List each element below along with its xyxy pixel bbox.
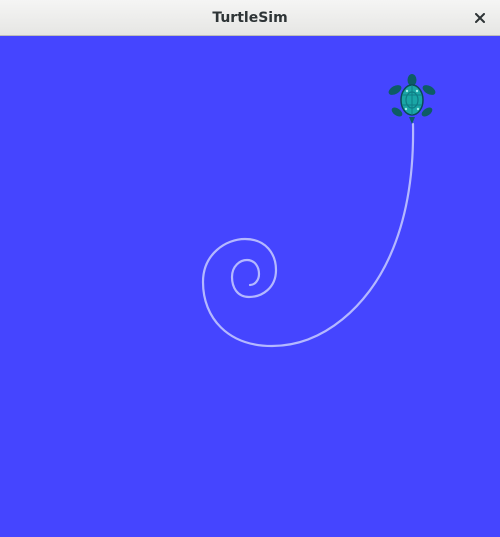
turtle-canvas[interactable] [0,36,500,537]
close-button[interactable] [466,4,494,32]
title-bar[interactable]: TurtleSim [0,0,500,36]
close-icon [475,13,485,23]
turtlesim-window: TurtleSim [0,0,500,537]
canvas-drawing [0,36,500,537]
window-title: TurtleSim [212,10,288,26]
